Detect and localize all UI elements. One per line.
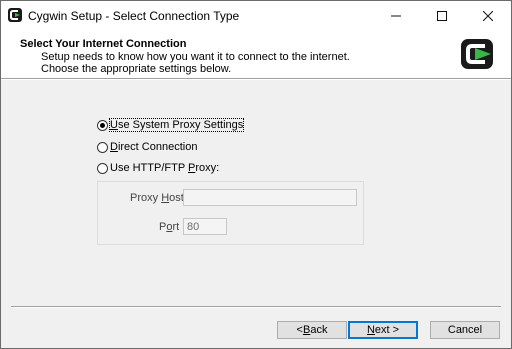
back-button[interactable]: < Back <box>277 321 347 339</box>
next-button[interactable]: Next > <box>348 321 418 339</box>
radio-system-proxy[interactable]: Use System Proxy Settings <box>97 118 245 132</box>
page-description: Setup needs to know how you want it to c… <box>41 51 350 75</box>
radio-http-ftp-proxy[interactable]: Use HTTP/FTP Proxy: <box>97 161 219 175</box>
header-divider <box>1 78 511 80</box>
radio-indicator-checked[interactable] <box>97 119 108 131</box>
maximize-icon <box>437 10 447 21</box>
cygwin-logo-icon <box>461 39 493 69</box>
minimize-button[interactable] <box>373 1 419 30</box>
title-bar: Cygwin Setup - Select Connection Type <box>1 1 511 30</box>
cygwin-app-icon <box>8 8 22 22</box>
radio-label-direct-connection: Direct Connection <box>110 141 198 153</box>
cancel-button[interactable]: Cancel <box>430 321 500 339</box>
minimize-icon <box>391 15 401 16</box>
window-title: Cygwin Setup - Select Connection Type <box>28 9 240 23</box>
radio-indicator[interactable] <box>97 162 108 174</box>
proxy-port-label: Port <box>159 221 180 233</box>
wizard-header: Select Your Internet Connection Setup ne… <box>1 30 511 78</box>
radio-label-http-ftp-proxy: Use HTTP/FTP Proxy: <box>110 162 220 174</box>
close-button[interactable] <box>465 1 511 30</box>
maximize-button[interactable] <box>419 1 465 30</box>
page-title: Select Your Internet Connection <box>20 38 187 50</box>
close-icon <box>483 10 493 21</box>
proxy-host-label: Proxy Host <box>130 192 184 204</box>
radio-label-system-proxy: Use System Proxy Settings <box>108 118 245 132</box>
radio-indicator[interactable] <box>97 141 108 153</box>
proxy-host-input[interactable] <box>183 189 357 206</box>
footer-divider <box>11 306 501 308</box>
setup-window: Cygwin Setup - Select Connection Type Se… <box>0 0 512 349</box>
radio-direct-connection[interactable]: Direct Connection <box>97 140 197 154</box>
proxy-port-input[interactable] <box>183 218 227 235</box>
